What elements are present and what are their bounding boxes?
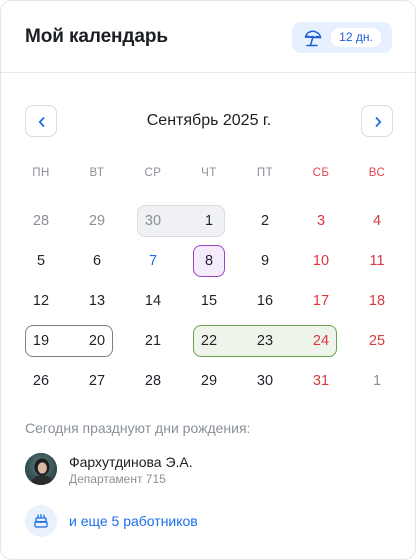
card-header: Мой календарь 12 дн. — [1, 1, 415, 73]
chevron-right-icon — [375, 117, 382, 127]
calendar-day[interactable]: 22 — [181, 321, 237, 361]
calendar-day[interactable]: 8 — [181, 241, 237, 281]
calendar-day[interactable]: 10 — [293, 241, 349, 281]
calendar-day[interactable]: 30 — [125, 201, 181, 241]
weekday-label: ПН — [32, 167, 50, 179]
calendar-day[interactable]: 28 — [125, 361, 181, 401]
cake-icon-wrapper — [25, 505, 57, 537]
next-month-button[interactable] — [361, 105, 393, 137]
calendar-day[interactable]: 17 — [293, 281, 349, 321]
birthday-person[interactable]: Фархутдинова Э.А. Департамент 715 — [25, 453, 385, 487]
month-label: Сентябрь 2025 г. — [146, 112, 272, 129]
person-department: Департамент 715 — [69, 472, 166, 486]
calendar-day[interactable]: 5 — [13, 241, 69, 281]
calendar-day[interactable]: 13 — [69, 281, 125, 321]
chevron-left-icon — [38, 117, 45, 127]
calendar-week: 28 29 30 1 2 3 4 — [13, 201, 405, 241]
weekday-header: ПН ВТ СР ЧТ ПТ СБ ВС — [13, 161, 405, 185]
more-birthdays-link[interactable]: и еще 5 работников — [25, 505, 325, 537]
calendar-day[interactable]: 29 — [181, 361, 237, 401]
calendar-week: 26 27 28 29 30 31 1 — [13, 361, 405, 401]
more-birthdays-label: и еще 5 работников — [69, 513, 198, 529]
birthdays-title: Сегодня празднуют дни рождения: — [25, 420, 251, 436]
weekday-label: ПТ — [256, 167, 274, 179]
calendar-day[interactable]: 14 — [125, 281, 181, 321]
prev-month-button[interactable] — [25, 105, 57, 137]
weekday-label: СР — [144, 167, 162, 179]
calendar-day[interactable]: 24 — [293, 321, 349, 361]
calendar-day[interactable]: 16 — [237, 281, 293, 321]
person-name: Фархутдинова Э.А. — [69, 454, 193, 470]
umbrella-icon — [304, 30, 322, 47]
calendar-day[interactable]: 6 — [69, 241, 125, 281]
card-title: Мой календарь — [25, 26, 168, 47]
weekday-label: ВС — [368, 167, 386, 179]
calendar-day[interactable]: 30 — [237, 361, 293, 401]
calendar-day[interactable]: 11 — [349, 241, 405, 281]
calendar-day[interactable]: 20 — [69, 321, 125, 361]
calendar-day[interactable]: 3 — [293, 201, 349, 241]
calendar-day[interactable]: 4 — [349, 201, 405, 241]
calendar-day[interactable]: 19 — [13, 321, 69, 361]
calendar-day[interactable]: 29 — [69, 201, 125, 241]
weekday-label: ВТ — [89, 167, 105, 179]
calendar-week: 12 13 14 15 16 17 18 — [13, 281, 405, 321]
calendar-day[interactable]: 1 — [349, 361, 405, 401]
calendar-day[interactable]: 21 — [125, 321, 181, 361]
vacation-badge[interactable]: 12 дн. — [292, 22, 392, 53]
calendar-day[interactable]: 15 — [181, 281, 237, 321]
calendar-day[interactable]: 18 — [349, 281, 405, 321]
weekday-label: СБ — [312, 167, 330, 179]
calendar-day[interactable]: 27 — [69, 361, 125, 401]
calendar-grid: ПН ВТ СР ЧТ ПТ СБ ВС 28 29 30 1 2 3 4 5 … — [13, 161, 405, 401]
calendar-day[interactable]: 28 — [13, 201, 69, 241]
calendar-week: 19 20 21 22 23 24 25 — [13, 321, 405, 361]
calendar-day-today[interactable]: 7 — [125, 241, 181, 281]
cake-icon — [34, 513, 48, 528]
calendar-day[interactable]: 31 — [293, 361, 349, 401]
calendar-day[interactable]: 26 — [13, 361, 69, 401]
calendar-day[interactable]: 23 — [237, 321, 293, 361]
calendar-card: Мой календарь 12 дн. Сентябрь 2025 г. ПН… — [0, 0, 416, 560]
vacation-days-count: 12 дн. — [331, 28, 381, 47]
calendar-day[interactable]: 25 — [349, 321, 405, 361]
weekday-label: ЧТ — [201, 167, 217, 179]
calendar-day[interactable]: 9 — [237, 241, 293, 281]
calendar-day[interactable]: 2 — [237, 201, 293, 241]
calendar-day[interactable]: 12 — [13, 281, 69, 321]
calendar-week: 5 6 7 8 9 10 11 — [13, 241, 405, 281]
calendar-day[interactable]: 1 — [181, 201, 237, 241]
avatar — [25, 453, 57, 485]
